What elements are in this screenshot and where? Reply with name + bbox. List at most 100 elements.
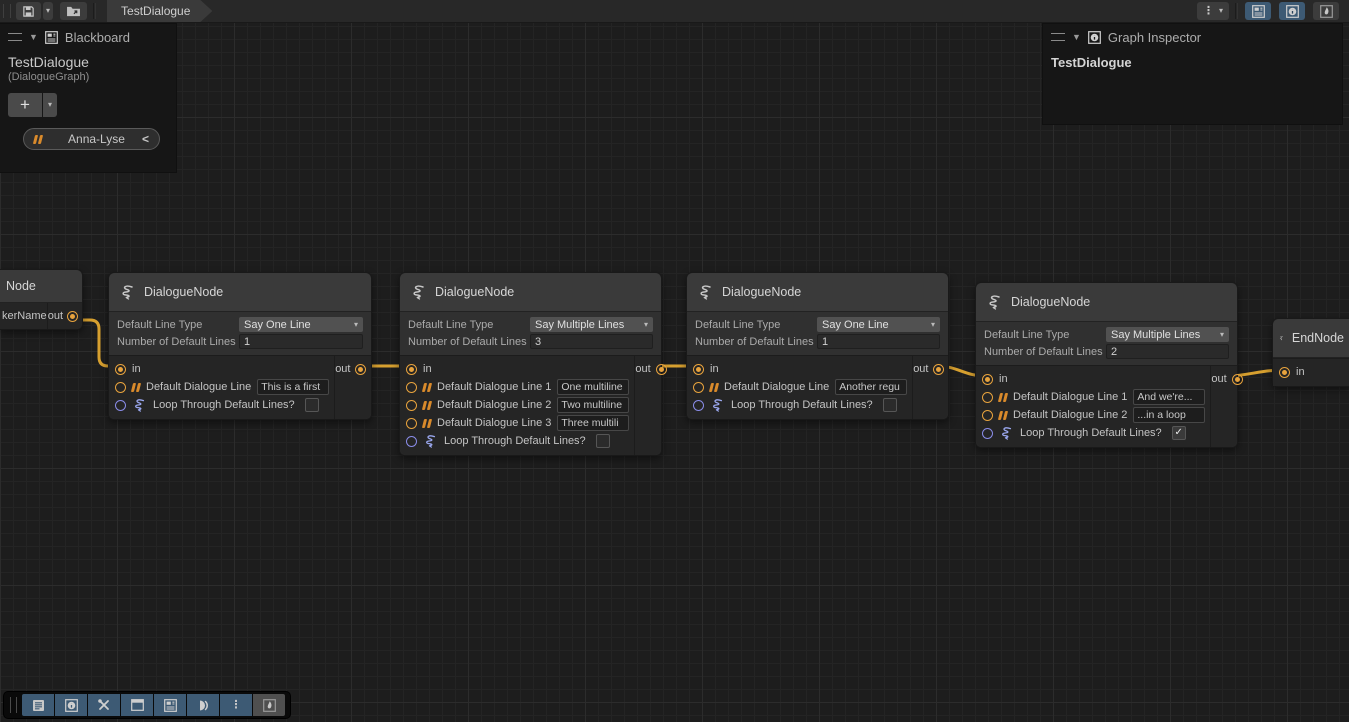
blackboard-variable-anna-lyse[interactable]: Anna-Lyse < — [23, 128, 160, 150]
num-lines-input[interactable]: 1 — [817, 334, 940, 349]
toggle-blackboard-button[interactable] — [1245, 2, 1271, 20]
dialogue-line-port[interactable] — [406, 400, 417, 411]
loop-checkbox[interactable] — [305, 398, 319, 412]
loop-checkbox[interactable]: ✓ — [1172, 426, 1186, 440]
expand-chevron-icon[interactable]: < — [142, 132, 149, 146]
toolbar-drag-handle[interactable] — [3, 4, 11, 18]
collapse-arrow-icon[interactable]: ▼ — [29, 33, 38, 42]
start-node-header[interactable]: Node — [0, 270, 82, 303]
dropdown-arrow-icon: ▾ — [354, 321, 358, 329]
loop-label: Loop Through Default Lines? — [153, 399, 295, 411]
collapse-arrow-icon[interactable]: ▼ — [1072, 33, 1081, 42]
transition-button[interactable] — [187, 694, 219, 716]
out-port[interactable] — [67, 311, 78, 322]
line-type-dropdown[interactable]: Say Multiple Lines ▾ — [530, 317, 653, 332]
dialogue-line-input[interactable]: Three multili — [557, 415, 629, 431]
dialogue-line-input[interactable]: Two multiline — [557, 397, 629, 413]
inspector-toggle-button[interactable] — [55, 694, 87, 716]
toggle-preview-button[interactable] — [1313, 2, 1339, 20]
dialogue-line-port[interactable] — [115, 382, 126, 393]
dialogue-line-port[interactable] — [693, 382, 704, 393]
node-header[interactable]: DialogueNode — [400, 273, 661, 312]
loop-port-row: Loop Through Default Lines? — [400, 432, 634, 450]
loop-port[interactable] — [982, 428, 993, 439]
dialogue-line-input[interactable]: This is a first — [257, 379, 329, 395]
graph-inspector-header[interactable]: ▼ Graph Inspector — [1043, 24, 1342, 50]
loop-port[interactable] — [693, 400, 704, 411]
save-dropdown-button[interactable]: ▾ — [43, 2, 53, 20]
dialogue-line-port[interactable] — [406, 382, 417, 393]
line-type-value: Say One Line — [244, 319, 311, 331]
in-port[interactable] — [406, 364, 417, 375]
dialogue-line-input[interactable]: ...in a loop — [1133, 407, 1205, 423]
blackboard-icon — [1252, 5, 1265, 18]
overflow-button[interactable]: ⋮ — [220, 694, 252, 716]
dialogue-line-label: Default Dialogue Line 2 — [1013, 409, 1127, 421]
inspector-graph-name: TestDialogue — [1043, 50, 1342, 70]
out-port[interactable] — [933, 364, 944, 375]
dialogue-node-4[interactable]: DialogueNode Default Line Type Say Multi… — [975, 282, 1238, 448]
node-header[interactable]: DialogueNode — [109, 273, 371, 312]
graph-inspector-panel[interactable]: ▼ Graph Inspector TestDialogue — [1043, 24, 1342, 124]
overflow-menu-button[interactable]: ⋮ ▾ — [1197, 2, 1229, 20]
tools-icon — [97, 698, 111, 712]
blackboard-toggle-button[interactable] — [154, 694, 186, 716]
dropdown-arrow-icon: ▾ — [48, 101, 52, 109]
toolbar-drag-handle[interactable] — [10, 697, 17, 713]
loop-checkbox[interactable] — [596, 434, 610, 448]
end-node[interactable]: EndNode in — [1272, 318, 1349, 387]
dialogue-line-port[interactable] — [406, 418, 417, 429]
add-variable-button[interactable]: + — [8, 93, 42, 117]
save-button[interactable] — [16, 2, 41, 20]
dialogue-line-port[interactable] — [982, 392, 993, 403]
line-type-dropdown[interactable]: Say One Line ▾ — [817, 317, 940, 332]
dialogue-line-input[interactable]: One multiline — [557, 379, 629, 395]
out-port-label: out — [913, 363, 928, 375]
in-port[interactable] — [982, 374, 993, 385]
out-port-row: out — [1211, 370, 1242, 388]
toggle-graph-inspector-button[interactable] — [1279, 2, 1305, 20]
dialogue-node-2[interactable]: DialogueNode Default Line Type Say Multi… — [399, 272, 662, 456]
dialogue-node-1[interactable]: DialogueNode Default Line Type Say One L… — [108, 272, 372, 420]
dialogue-list-button[interactable] — [22, 694, 54, 716]
loop-checkbox[interactable] — [883, 398, 897, 412]
in-port[interactable] — [1279, 367, 1290, 378]
loop-port-row: Loop Through Default Lines? ✓ — [976, 424, 1210, 442]
document-icon — [32, 699, 45, 712]
out-port[interactable] — [656, 364, 667, 375]
tools-button[interactable] — [88, 694, 120, 716]
blackboard-title: Blackboard — [65, 30, 130, 45]
blackboard-header[interactable]: ▼ Blackboard — [0, 24, 176, 50]
dialogue-line-label: Default Dialogue Line 2 — [437, 399, 551, 411]
start-node[interactable]: Node kerName out — [0, 269, 83, 330]
loop-port[interactable] — [406, 436, 417, 447]
dialogue-line-input[interactable]: And we're... — [1133, 389, 1205, 405]
drag-handle-icon[interactable] — [1051, 33, 1065, 41]
num-lines-input[interactable]: 1 — [239, 334, 363, 349]
line-type-dropdown[interactable]: Say Multiple Lines ▾ — [1106, 327, 1229, 342]
add-variable-dropdown-button[interactable]: ▾ — [43, 93, 57, 117]
dialogue-node-3[interactable]: DialogueNode Default Line Type Say One L… — [686, 272, 949, 420]
in-port[interactable] — [693, 364, 704, 375]
preview-button[interactable] — [253, 694, 285, 716]
loop-port[interactable] — [115, 400, 126, 411]
num-lines-input[interactable]: 3 — [530, 334, 653, 349]
line-type-value: Say Multiple Lines — [1111, 329, 1200, 341]
node-header[interactable]: DialogueNode — [687, 273, 948, 312]
dialogue-line-value: Two multiline — [561, 399, 622, 411]
dialogue-line-port[interactable] — [982, 410, 993, 421]
out-port[interactable] — [1232, 374, 1243, 385]
drag-handle-icon[interactable] — [8, 33, 22, 41]
bottom-toolbar: ⋮ — [4, 692, 290, 718]
blackboard-panel[interactable]: ▼ Blackboard TestDialogue (DialogueGraph… — [0, 24, 176, 172]
node-header[interactable]: DialogueNode — [976, 283, 1237, 322]
num-lines-input[interactable]: 2 — [1106, 344, 1229, 359]
in-port[interactable] — [115, 364, 126, 375]
line-type-dropdown[interactable]: Say One Line ▾ — [239, 317, 363, 332]
window-button[interactable] — [121, 694, 153, 716]
tab-testdialogue[interactable]: TestDialogue — [107, 0, 212, 22]
node-header[interactable]: EndNode — [1273, 319, 1349, 358]
open-asset-button[interactable] — [60, 2, 87, 20]
out-port[interactable] — [355, 364, 366, 375]
dialogue-line-input[interactable]: Another regu — [835, 379, 907, 395]
